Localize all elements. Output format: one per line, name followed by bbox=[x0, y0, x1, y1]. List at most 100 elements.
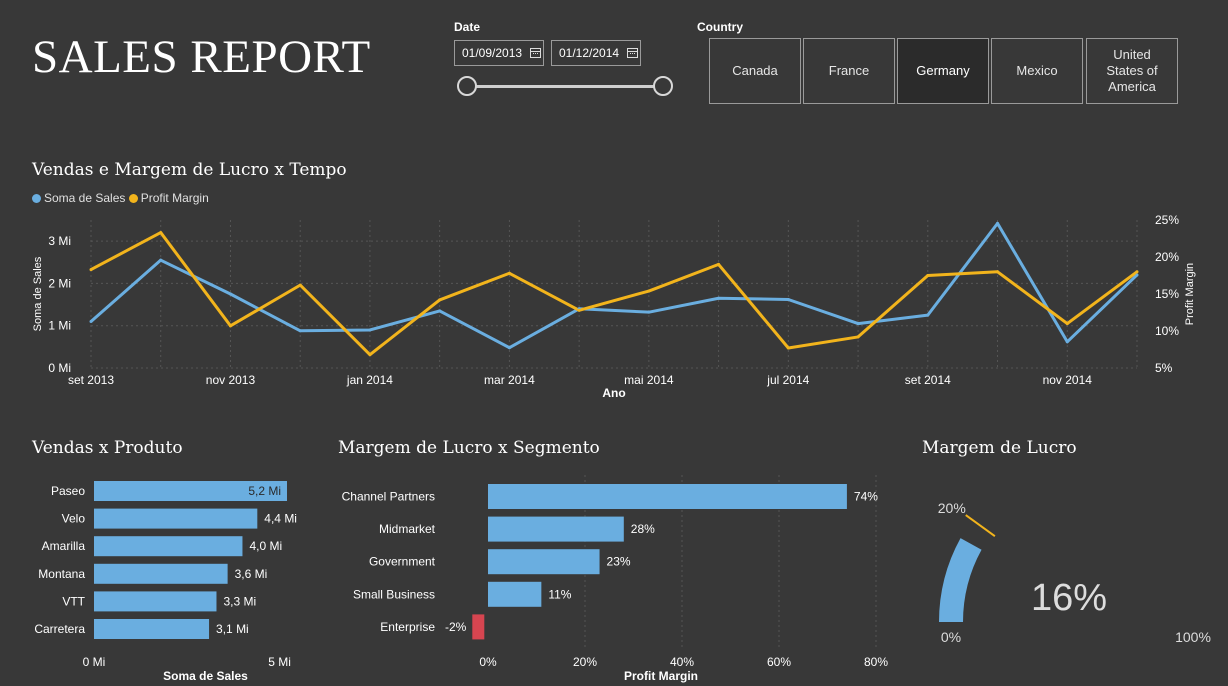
data-label: 23% bbox=[607, 555, 631, 569]
start-date-input[interactable]: 01/09/2013 bbox=[454, 40, 544, 66]
y-axis-label: Soma de Sales bbox=[32, 256, 44, 331]
x-tick-label: nov 2014 bbox=[1043, 373, 1093, 387]
gauge-target-label: 20% bbox=[938, 500, 966, 516]
x-tick-label: 60% bbox=[767, 655, 791, 669]
end-date-value: 01/12/2014 bbox=[559, 46, 620, 60]
date-filter-label: Date bbox=[454, 20, 481, 34]
line-chart-title: Vendas e Margem de Lucro x Tempo bbox=[32, 160, 347, 180]
bar-government bbox=[488, 549, 600, 575]
data-point-sales bbox=[717, 296, 721, 300]
legend-label-sales: Soma de Sales bbox=[44, 191, 126, 205]
x-tick-label: jan 2014 bbox=[346, 373, 393, 387]
data-point-profit-margin bbox=[577, 308, 581, 312]
data-label: 4,4 Mi bbox=[264, 512, 297, 526]
data-point-sales bbox=[1135, 273, 1139, 277]
legend-label-margin: Profit Margin bbox=[140, 191, 209, 205]
legend-item-sales[interactable]: Soma de Sales bbox=[32, 191, 125, 205]
country-filter-label: Country bbox=[697, 20, 743, 34]
category-label: Paseo bbox=[51, 484, 85, 498]
series-line-profit-margin bbox=[90, 231, 1138, 357]
data-point-profit-margin bbox=[717, 262, 721, 266]
data-point-sales bbox=[507, 346, 511, 350]
calendar-icon[interactable] bbox=[627, 48, 639, 58]
data-label: 28% bbox=[631, 522, 655, 536]
gauge-max-label: 100% bbox=[1175, 629, 1211, 645]
data-point-profit-margin bbox=[298, 283, 302, 287]
data-point-profit-margin bbox=[159, 231, 163, 235]
data-point-profit-margin bbox=[507, 271, 511, 275]
x-tick-label: mar 2014 bbox=[484, 373, 535, 387]
data-point-sales bbox=[996, 221, 1000, 225]
category-label: Small Business bbox=[353, 587, 435, 601]
segment-chart-title: Margem de Lucro x Segmento bbox=[338, 438, 600, 458]
data-label: 74% bbox=[854, 490, 878, 504]
country-button-germany[interactable]: Germany bbox=[897, 38, 989, 104]
x-tick-label: set 2014 bbox=[905, 373, 951, 387]
x-axis-label: Soma de Sales bbox=[163, 669, 248, 683]
category-label: Enterprise bbox=[380, 620, 435, 634]
data-label: 3,6 Mi bbox=[235, 567, 268, 581]
series-line-sales bbox=[90, 221, 1139, 350]
data-point-sales bbox=[438, 309, 442, 313]
category-label: Government bbox=[369, 555, 436, 569]
data-point-profit-margin bbox=[786, 346, 790, 350]
bar-montana bbox=[94, 563, 228, 584]
legend-item-margin[interactable]: Profit Margin bbox=[128, 191, 209, 205]
y-tick-label: 2 Mi bbox=[48, 276, 71, 290]
data-label: 11% bbox=[548, 587, 571, 601]
line-chart-legend: Soma de Sales Profit Margin bbox=[32, 191, 209, 205]
bar-amarilla bbox=[94, 536, 243, 557]
date-range-start-handle[interactable] bbox=[457, 76, 477, 96]
gauge-title: Margem de Lucro bbox=[922, 438, 1077, 458]
country-button-mexico[interactable]: Mexico bbox=[991, 38, 1083, 104]
bar-carretera bbox=[94, 619, 210, 639]
data-point-profit-margin bbox=[368, 353, 372, 357]
data-point-profit-margin bbox=[438, 298, 442, 302]
data-point-profit-margin bbox=[647, 289, 651, 293]
y-tick-label: 1 Mi bbox=[48, 319, 71, 333]
start-date-value: 01/09/2013 bbox=[462, 46, 523, 60]
country-button-usa[interactable]: United States of America bbox=[1086, 38, 1178, 104]
data-point-profit-margin bbox=[926, 274, 930, 277]
category-label: Montana bbox=[38, 567, 85, 581]
x-tick-label: 80% bbox=[864, 655, 888, 669]
product-chart-title: Vendas x Produto bbox=[32, 438, 183, 458]
data-point-sales bbox=[647, 310, 651, 314]
date-range-slider[interactable] bbox=[468, 85, 664, 88]
calendar-icon[interactable] bbox=[530, 48, 542, 58]
data-point-sales bbox=[786, 297, 790, 301]
data-point-sales bbox=[89, 319, 93, 323]
legend-dot-sales-icon bbox=[32, 194, 41, 203]
country-button-canada[interactable]: Canada bbox=[709, 38, 801, 104]
category-label: Midmarket bbox=[379, 522, 436, 536]
data-point-profit-margin bbox=[856, 335, 860, 339]
date-range-end-handle[interactable] bbox=[653, 76, 673, 96]
data-point-sales bbox=[926, 313, 930, 317]
x-tick-label: mai 2014 bbox=[624, 373, 674, 387]
bar-velo bbox=[94, 508, 258, 529]
x-tick-label: 0% bbox=[479, 655, 497, 669]
x-tick-label: nov 2013 bbox=[206, 373, 256, 387]
data-point-profit-margin bbox=[1135, 270, 1139, 274]
data-point-profit-margin bbox=[1065, 322, 1069, 326]
bar-channel-partners bbox=[488, 484, 847, 509]
segment-bar-chart: 0% 20% 40% 60% 80% Channel Partners 74% Midmark… bbox=[342, 475, 888, 683]
category-label: Carretera bbox=[34, 622, 85, 636]
data-point-profit-margin bbox=[996, 270, 1000, 274]
x-tick-label: 0 Mi bbox=[83, 655, 106, 669]
category-label: Channel Partners bbox=[342, 490, 435, 504]
bar-small-business bbox=[488, 581, 542, 607]
y2-tick-label: 15% bbox=[1155, 287, 1179, 301]
line-chart: 0 Mi1 Mi2 Mi3 Mi5%10%15%20%25%set 2013 no… bbox=[32, 213, 1196, 400]
country-button-france[interactable]: France bbox=[803, 38, 895, 104]
end-date-input[interactable]: 01/12/2014 bbox=[551, 40, 641, 66]
bar-vtt bbox=[94, 591, 217, 612]
data-label: 3,1 Mi bbox=[216, 622, 249, 636]
x-axis-label: Ano bbox=[602, 386, 625, 400]
gauge-value-label: 16% bbox=[1031, 577, 1107, 619]
data-point-sales bbox=[298, 329, 302, 333]
y-tick-label: 3 Mi bbox=[48, 234, 71, 248]
gauge-min-label: 0% bbox=[941, 629, 961, 645]
category-label: VTT bbox=[62, 594, 85, 608]
data-point-profit-margin bbox=[228, 324, 232, 328]
